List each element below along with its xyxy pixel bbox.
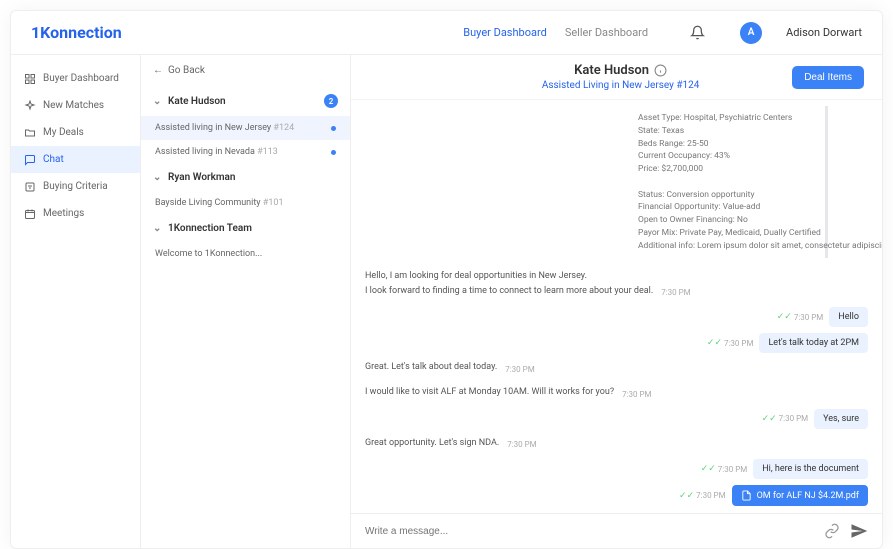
conv-item-nj[interactable]: Assisted living in New Jersey #124 bbox=[141, 116, 350, 140]
message-outgoing: ✓✓7:30 PM Yes, sure bbox=[762, 409, 868, 429]
logo: 1Konnection bbox=[31, 23, 122, 42]
message-document[interactable]: OM for ALF NJ $4.2M.pdf bbox=[732, 485, 868, 506]
read-check-icon: ✓✓ bbox=[762, 414, 777, 424]
sidebar-item-buying-criteria[interactable]: Buying Criteria bbox=[11, 173, 140, 200]
read-check-icon: ✓✓ bbox=[679, 491, 694, 501]
avatar[interactable]: A bbox=[740, 22, 762, 44]
message-time: ✓✓7:30 PM bbox=[679, 491, 726, 501]
message-composer bbox=[351, 513, 882, 548]
message-time: ✓✓7:30 PM bbox=[777, 312, 824, 322]
message-time: ✓✓7:30 PM bbox=[701, 464, 748, 474]
sidebar-item-meetings[interactable]: Meetings bbox=[11, 200, 140, 227]
chat-contact-name: Kate Hudson bbox=[574, 63, 649, 78]
chat-header: Kate Hudson Assisted Living in New Jerse… bbox=[351, 55, 882, 100]
chevron-down-icon: ⌄ bbox=[153, 172, 163, 183]
message-bubble: Hi, here is the document bbox=[753, 459, 868, 479]
message-time: 7:30 PM bbox=[505, 365, 534, 374]
unread-badge: 2 bbox=[324, 94, 338, 108]
conv-group-name: Ryan Workman bbox=[168, 172, 236, 183]
filter-icon bbox=[23, 180, 36, 193]
chat-icon bbox=[23, 153, 36, 166]
conv-item-nv[interactable]: Assisted living in Nevada #113 bbox=[141, 140, 350, 164]
message-outgoing: ✓✓7:30 PM Hi, here is the document bbox=[701, 459, 868, 479]
send-button[interactable] bbox=[850, 522, 868, 540]
message-bubble: Let's talk today at 2PM bbox=[759, 333, 868, 353]
message-time: 7:30 PM bbox=[622, 390, 651, 399]
sidebar-item-chat[interactable]: Chat bbox=[11, 146, 140, 173]
chat-deal-title[interactable]: Assisted Living in New Jersey #124 bbox=[449, 80, 792, 91]
message-bubble: Yes, sure bbox=[814, 409, 868, 429]
sidebar-item-label: New Matches bbox=[43, 100, 104, 111]
message-incoming: I would like to visit ALF at Monday 10AM… bbox=[365, 384, 652, 399]
tab-seller-dashboard[interactable]: Seller Dashboard bbox=[565, 26, 648, 39]
message-outgoing: ✓✓7:30 PM OM for ALF NJ $4.2M.pdf bbox=[679, 485, 868, 506]
conv-item-bayside[interactable]: Bayside Living Community #101 bbox=[141, 191, 350, 215]
notifications-icon[interactable] bbox=[686, 22, 708, 44]
chat-messages: Asset Type: Hospital, Psychiatric Center… bbox=[351, 100, 882, 513]
user-name: Adison Dorwart bbox=[786, 26, 862, 39]
sidebar-item-my-deals[interactable]: My Deals bbox=[11, 119, 140, 146]
sidebar-item-buyer-dashboard[interactable]: Buyer Dashboard bbox=[11, 65, 140, 92]
read-check-icon: ✓✓ bbox=[701, 464, 716, 474]
deal-items-button[interactable]: Deal Items bbox=[792, 66, 864, 89]
conv-group-ryan-workman[interactable]: ⌄ Ryan Workman bbox=[141, 164, 350, 191]
message-input[interactable] bbox=[365, 526, 814, 537]
conv-group-1konnection-team[interactable]: ⌄ 1Konnection Team bbox=[141, 215, 350, 242]
sidebar-item-label: Meetings bbox=[43, 208, 84, 219]
message-time: ✓✓7:30 PM bbox=[707, 338, 754, 348]
message-outgoing: ✓✓7:30 PM Hello bbox=[777, 307, 868, 327]
attach-link-icon[interactable] bbox=[824, 523, 840, 539]
chevron-down-icon: ⌄ bbox=[153, 96, 163, 107]
read-check-icon: ✓✓ bbox=[707, 338, 722, 348]
unread-dot bbox=[331, 150, 336, 155]
message-time: 7:30 PM bbox=[507, 440, 536, 449]
sidebar-item-label: Chat bbox=[43, 154, 64, 165]
conv-item-welcome[interactable]: Welcome to 1Konnection... bbox=[141, 242, 350, 266]
topbar: 1Konnection Buyer Dashboard Seller Dashb… bbox=[11, 11, 882, 55]
conv-group-name: 1Konnection Team bbox=[168, 223, 252, 234]
info-icon[interactable] bbox=[654, 64, 667, 77]
calendar-icon bbox=[23, 207, 36, 220]
message-incoming: Great opportunity. Let's sign NDA.7:30 P… bbox=[365, 435, 537, 450]
go-back-label: Go Back bbox=[168, 65, 205, 76]
chevron-down-icon: ⌄ bbox=[153, 223, 163, 234]
unread-dot bbox=[331, 126, 336, 131]
sidebar-item-label: Buying Criteria bbox=[43, 181, 108, 192]
sidebar-item-new-matches[interactable]: New Matches bbox=[11, 92, 140, 119]
deal-details-card: Asset Type: Hospital, Psychiatric Center… bbox=[628, 106, 828, 258]
folder-icon bbox=[23, 126, 36, 139]
conv-group-name: Kate Hudson bbox=[168, 96, 226, 107]
read-check-icon: ✓✓ bbox=[777, 312, 792, 322]
message-outgoing: ✓✓7:30 PM Let's talk today at 2PM bbox=[707, 333, 868, 353]
arrow-left-icon: ← bbox=[153, 65, 163, 76]
message-time: ✓✓7:30 PM bbox=[762, 414, 809, 424]
message-time: 7:30 PM bbox=[661, 288, 690, 297]
message-incoming: Hello, I am looking for deal opportuniti… bbox=[365, 268, 691, 297]
tab-buyer-dashboard[interactable]: Buyer Dashboard bbox=[463, 26, 547, 39]
grid-icon bbox=[23, 72, 36, 85]
sidebar: Buyer Dashboard New Matches My Deals Cha… bbox=[11, 55, 141, 548]
message-incoming: Great. Let's talk about deal today.7:30 … bbox=[365, 359, 535, 374]
file-icon bbox=[741, 490, 752, 501]
sidebar-item-label: Buyer Dashboard bbox=[43, 73, 119, 84]
message-bubble: Hello bbox=[829, 307, 868, 327]
sidebar-item-label: My Deals bbox=[43, 127, 84, 138]
sparkle-icon bbox=[23, 99, 36, 112]
chat-panel: Kate Hudson Assisted Living in New Jerse… bbox=[351, 55, 882, 548]
conversation-list: ← Go Back ⌄ Kate Hudson 2 Assisted livin… bbox=[141, 55, 351, 548]
go-back-button[interactable]: ← Go Back bbox=[141, 55, 350, 86]
conv-group-kate-hudson[interactable]: ⌄ Kate Hudson 2 bbox=[141, 86, 350, 116]
